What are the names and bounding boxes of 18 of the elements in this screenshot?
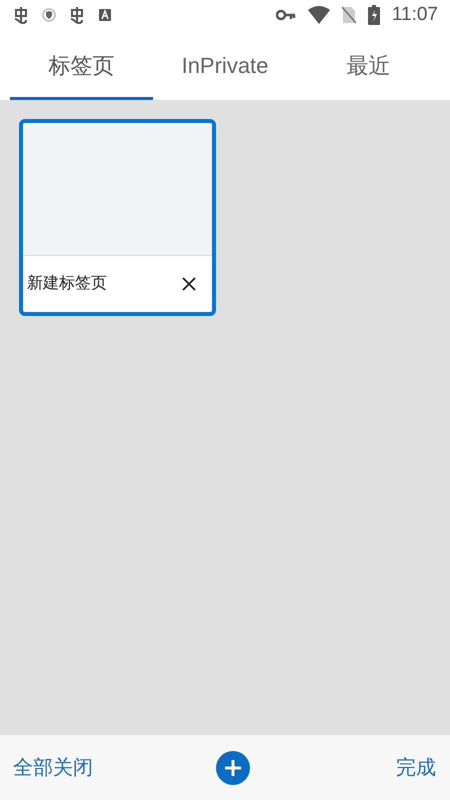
tab-title: 新建标签页 xyxy=(27,274,108,294)
tab-card[interactable]: 新建标签页 xyxy=(19,119,216,316)
shield-icon xyxy=(42,8,56,22)
close-icon[interactable] xyxy=(182,277,196,291)
wifi-icon xyxy=(308,6,330,24)
plus-icon xyxy=(224,758,242,776)
app-icon xyxy=(98,8,112,22)
new-tab-button[interactable] xyxy=(216,750,250,784)
bug-icon xyxy=(68,6,86,24)
battery-icon xyxy=(368,5,380,25)
close-all-button[interactable]: 全部关闭 xyxy=(13,752,93,782)
tab[interactable]: 最近 xyxy=(296,30,440,100)
key-icon xyxy=(276,9,296,21)
done-button[interactable]: 完成 xyxy=(336,752,436,782)
bug-icon xyxy=(12,6,30,24)
clock-time: 11:07 xyxy=(392,2,438,27)
tab[interactable]: InPrivate xyxy=(153,30,297,100)
no-sim-icon xyxy=(342,6,356,24)
